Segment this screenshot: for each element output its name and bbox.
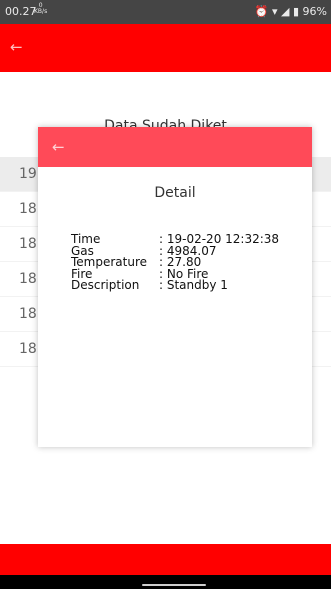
alarm-icon: ⏰ <box>254 5 269 18</box>
battery-level: 96% <box>302 5 327 18</box>
detail-label: Description <box>71 278 140 292</box>
wifi-icon: ▾ <box>271 5 278 18</box>
bottom-bar <box>0 544 331 575</box>
dialog-header: ← <box>38 127 312 167</box>
status-bar: 00.27 0 KB/s ⏰ ▾ ◢ ▮ 96% <box>0 0 331 24</box>
detail-fields: Time : 19-02-20 12:32:38 Gas : 4984.07 T… <box>71 233 311 292</box>
status-time: 00.27 <box>5 5 37 18</box>
status-icons: ⏰ ▾ ◢ ▮ 96% <box>255 5 327 18</box>
detail-value: : Standby 1 <box>159 278 228 292</box>
network-speed: 0 KB/s <box>34 2 48 15</box>
back-arrow-icon[interactable]: ← <box>10 38 23 56</box>
detail-row-description: Description : Standby 1 <box>71 278 311 292</box>
home-indicator[interactable] <box>142 584 206 586</box>
signal-icon: ◢ <box>281 5 290 18</box>
battery-icon: ▮ <box>292 5 300 18</box>
dialog-back-arrow-icon[interactable]: ← <box>52 138 65 156</box>
detail-dialog: ← Detail Time : 19-02-20 12:32:38 Gas : … <box>38 127 312 447</box>
dialog-title: Detail <box>154 185 196 201</box>
system-navigation-bar <box>0 575 331 589</box>
app-bar: ← <box>0 24 331 72</box>
